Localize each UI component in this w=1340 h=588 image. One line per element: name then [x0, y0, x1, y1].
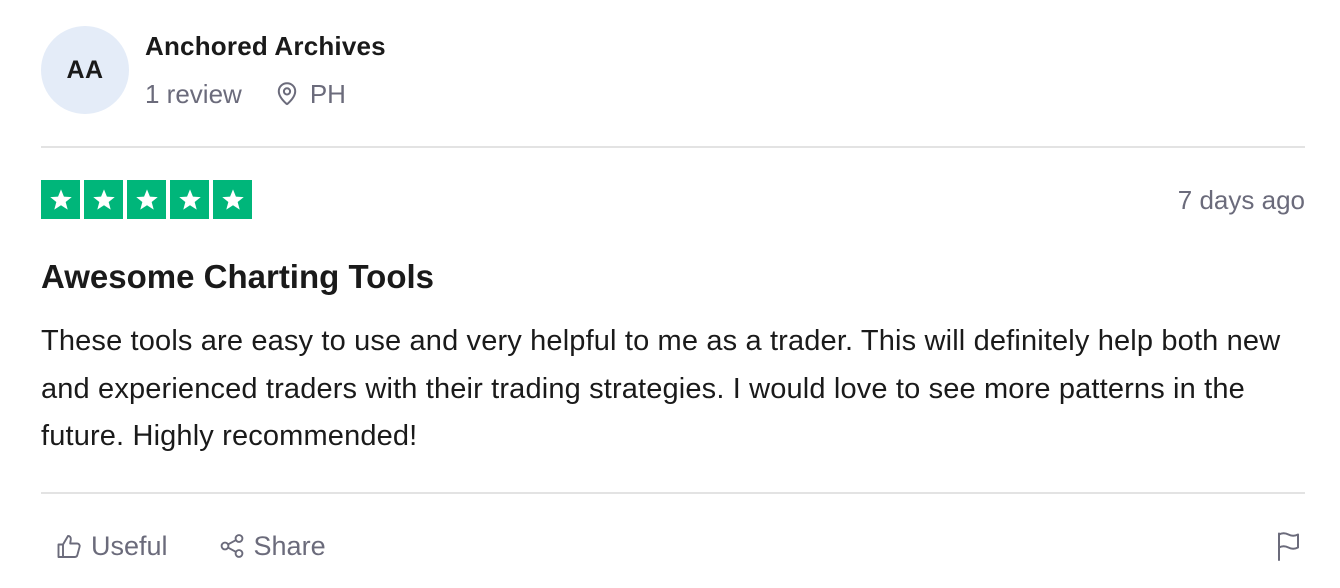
reviewer-info: Anchored Archives 1 review PH: [145, 26, 386, 109]
star-icon: [127, 180, 166, 219]
reviewer-meta: 1 review PH: [145, 79, 386, 109]
useful-label: Useful: [91, 531, 168, 561]
location-text: PH: [309, 79, 346, 109]
reviewer-location: PH: [276, 79, 346, 109]
avatar[interactable]: AA: [41, 26, 129, 114]
review-card: AA Anchored Archives 1 review PH 7 days …: [41, 0, 1305, 588]
reviewer-name[interactable]: Anchored Archives: [145, 31, 386, 61]
star-icon: [41, 180, 80, 219]
thumbs-up-icon: [57, 535, 81, 558]
review-text: These tools are easy to use and very hel…: [41, 325, 1281, 452]
share-button[interactable]: Share: [218, 526, 326, 566]
divider: [41, 146, 1305, 148]
flag-icon: [1278, 532, 1299, 561]
divider: [41, 492, 1305, 494]
review-date: 7 days ago: [1177, 185, 1305, 215]
star-icon: [170, 180, 209, 219]
star-icon: [84, 180, 123, 219]
review-title: Awesome Charting Tools: [41, 258, 435, 295]
reviewer-header: AA Anchored Archives 1 review PH: [41, 26, 386, 116]
review-actions: Useful Share: [55, 526, 326, 566]
share-label: Share: [253, 531, 326, 561]
star-rating: [41, 180, 252, 219]
report-button[interactable]: [1275, 530, 1303, 567]
star-icon: [213, 180, 252, 219]
location-pin-icon: [277, 82, 297, 106]
review-count: 1 review: [145, 79, 242, 109]
useful-button[interactable]: Useful: [55, 526, 168, 566]
share-icon: [220, 534, 243, 558]
